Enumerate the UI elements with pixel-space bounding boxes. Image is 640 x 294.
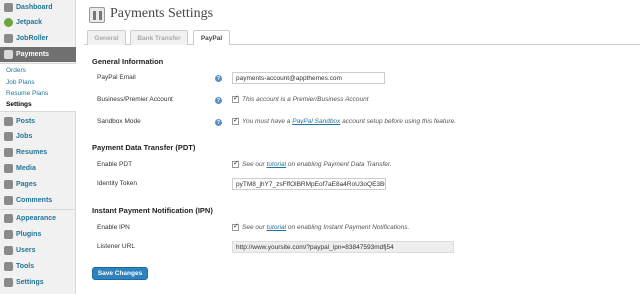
pdt-text-pre: See our — [242, 161, 265, 168]
payments-submenu: Orders Job Plans Resume Plans Settings — [0, 63, 76, 112]
menu-item-posts[interactable]: Posts — [0, 114, 76, 129]
menu-item-dashboard[interactable]: Dashboard — [0, 0, 76, 15]
menu-item-pages[interactable]: Pages — [0, 177, 76, 192]
sandbox-mode-checkbox[interactable] — [232, 116, 239, 125]
enable-ipn-checkbox[interactable] — [232, 222, 239, 231]
business-account-option: This account is a Premier/Business Accou… — [232, 94, 369, 103]
jetpack-icon — [4, 18, 13, 27]
pages-icon — [4, 180, 13, 189]
settings-icon — [4, 278, 13, 287]
sandbox-mode-option: You must have a PayPal Sandbox account s… — [232, 116, 456, 125]
jobs-icon — [4, 132, 13, 141]
menu-separator — [0, 209, 76, 210]
menu-item-resumes[interactable]: Resumes — [0, 145, 76, 160]
paypal-email-field[interactable]: payments-account@appthemes.com — [232, 72, 385, 84]
submenu-item-settings[interactable]: Settings — [6, 101, 32, 108]
plugins-icon — [4, 230, 13, 239]
ipn-text-post: on enabling Instant Payment Notification… — [287, 224, 410, 231]
resumes-icon — [4, 148, 13, 157]
listener-url-label: Listener URL — [97, 243, 135, 250]
menu-label: JobRoller — [16, 35, 49, 42]
menu-label: Jetpack — [16, 19, 43, 26]
menu-item-jobs[interactable]: Jobs — [0, 129, 76, 144]
jobroller-icon — [4, 34, 13, 43]
menu-item-comments[interactable]: Comments — [0, 193, 76, 208]
help-icon[interactable]: ? — [215, 97, 222, 104]
pdt-tutorial-link[interactable]: tutorial — [267, 161, 287, 168]
menu-label: Posts — [16, 118, 36, 125]
submenu-item-orders[interactable]: Orders — [6, 67, 26, 74]
save-changes-button[interactable]: Save Changes — [92, 267, 148, 280]
sandbox-mode-label: Sandbox Mode — [97, 118, 141, 125]
menu-label: Resumes — [16, 149, 48, 156]
ipn-tutorial-link[interactable]: tutorial — [267, 224, 287, 231]
submenu-item-resume-plans[interactable]: Resume Plans — [6, 90, 48, 97]
menu-item-appearance[interactable]: Appearance — [0, 211, 76, 226]
tab-general[interactable]: General — [87, 30, 126, 45]
tab-paypal[interactable]: PayPal — [193, 30, 230, 45]
business-account-label: Business/Premier Account — [97, 96, 173, 103]
menu-item-payments[interactable]: Payments — [0, 47, 76, 62]
payments-settings-icon — [89, 7, 105, 23]
admin-sidebar: Dashboard Jetpack JobRoller Payments Ord… — [0, 0, 76, 294]
menu-label: Plugins — [16, 231, 42, 238]
section-title-pdt: Payment Data Transfer (PDT) — [92, 143, 196, 152]
menu-label: Payments — [16, 51, 50, 58]
menu-label: Settings — [16, 279, 44, 286]
business-account-checkbox[interactable] — [232, 94, 239, 103]
paypal-email-label: PayPal Email — [97, 74, 136, 81]
menu-label: Dashboard — [16, 4, 53, 11]
sandbox-text-pre: You must have a — [242, 118, 291, 125]
menu-item-jobroller[interactable]: JobRoller — [0, 31, 76, 46]
section-title-general: General Information — [92, 57, 164, 66]
enable-pdt-label: Enable PDT — [97, 161, 133, 168]
ipn-text-pre: See our — [242, 224, 265, 231]
identity-token-label: Identity Token — [97, 180, 137, 187]
enable-ipn-label: Enable IPN — [97, 224, 130, 231]
menu-label: Tools — [16, 263, 35, 270]
posts-icon — [4, 117, 13, 126]
help-icon[interactable]: ? — [215, 119, 222, 126]
payments-icon — [4, 50, 13, 59]
enable-pdt-checkbox[interactable] — [232, 159, 239, 168]
identity-token-field[interactable]: pyTM8_jhY7_zsFffOlBRMpEof7aE8a4RoU3oQE3B… — [232, 178, 386, 190]
menu-item-jetpack[interactable]: Jetpack — [0, 15, 76, 30]
enable-ipn-option: See our tutorial on enabling Instant Pay… — [232, 222, 410, 231]
users-icon — [4, 246, 13, 255]
submenu-item-job-plans[interactable]: Job Plans — [6, 79, 35, 86]
menu-item-plugins[interactable]: Plugins — [0, 227, 76, 242]
business-account-text: This account is a Premier/Business Accou… — [242, 96, 369, 103]
menu-label: Jobs — [16, 133, 33, 140]
pdt-text-post: on enabling Payment Data Transfer. — [287, 161, 392, 168]
sandbox-text-post: account setup before using this feature. — [342, 118, 456, 125]
enable-pdt-option: See our tutorial on enabling Payment Dat… — [232, 159, 392, 168]
comments-icon — [4, 196, 13, 205]
media-icon — [4, 164, 13, 173]
tab-bank-transfer[interactable]: Bank Transfer — [130, 30, 188, 45]
paypal-sandbox-link[interactable]: PayPal Sandbox — [292, 118, 340, 125]
menu-item-media[interactable]: Media — [0, 161, 76, 176]
menu-label: Pages — [16, 181, 37, 188]
help-icon[interactable]: ? — [215, 75, 222, 82]
dashboard-icon — [4, 3, 13, 12]
menu-label: Users — [16, 247, 36, 254]
menu-item-users[interactable]: Users — [0, 243, 76, 258]
page-title: Payments Settings — [110, 6, 214, 21]
menu-label: Media — [16, 165, 36, 172]
menu-item-settings[interactable]: Settings — [0, 275, 76, 290]
menu-label: Appearance — [16, 215, 57, 222]
tools-icon — [4, 262, 13, 271]
section-title-ipn: Instant Payment Notification (IPN) — [92, 206, 213, 215]
menu-item-tools[interactable]: Tools — [0, 259, 76, 274]
listener-url-field[interactable]: http://www.yoursite.com/?paypal_ipn=8384… — [232, 241, 454, 253]
appearance-icon — [4, 214, 13, 223]
menu-label: Comments — [16, 197, 53, 204]
